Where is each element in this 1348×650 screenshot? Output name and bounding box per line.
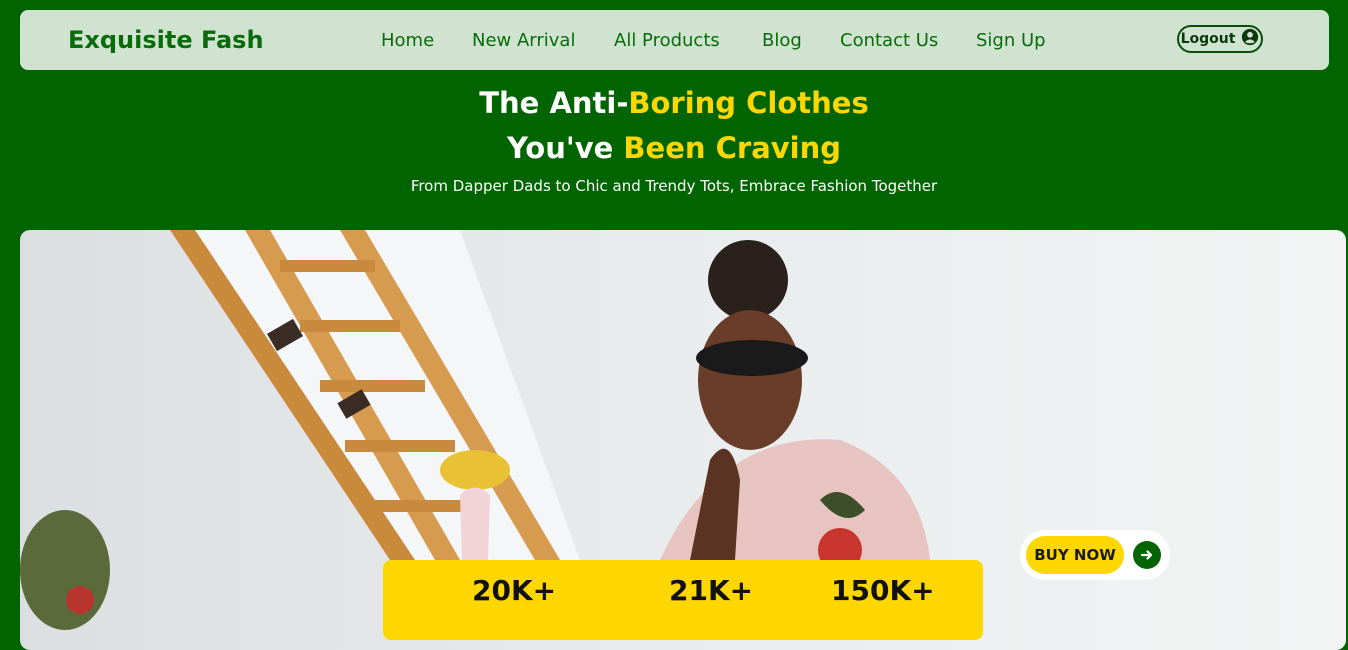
- buy-now-container: BUY NOW: [1020, 530, 1170, 580]
- nav-contact-us[interactable]: Contact Us: [840, 30, 938, 51]
- buy-now-button[interactable]: BUY NOW: [1026, 536, 1124, 574]
- hero-title-part: You've: [506, 131, 624, 165]
- nav-new-arrival[interactable]: New Arrival: [472, 30, 575, 51]
- hero-subtitle: From Dapper Dads to Chic and Trendy Tots…: [410, 177, 938, 195]
- nav-sign-up[interactable]: Sign Up: [976, 30, 1046, 51]
- logout-label: Logout: [1180, 31, 1236, 47]
- stat-value: 150K+: [831, 574, 935, 607]
- logout-button[interactable]: Logout: [1177, 25, 1263, 53]
- hero-title-line-1: The Anti-Boring Clothes: [0, 86, 1348, 120]
- hero-title-highlight: Boring Clothes: [628, 86, 869, 120]
- stat-value: 21K+: [669, 574, 754, 607]
- nav-blog[interactable]: Blog: [762, 30, 802, 51]
- hero-title-highlight: Been Craving: [623, 131, 842, 165]
- hero-title-part: The Anti-: [479, 86, 629, 120]
- stat-value: 20K+: [472, 574, 557, 607]
- nav-home[interactable]: Home: [381, 30, 434, 51]
- navbar: Exquisite Fash Home New Arrival All Prod…: [20, 10, 1329, 70]
- brand-logo[interactable]: Exquisite Fash: [68, 26, 264, 54]
- hero-title-line-2: You've Been Craving: [0, 131, 1348, 165]
- stats-bar: 20K+ 21K+ 150K+: [383, 560, 983, 640]
- nav-all-products[interactable]: All Products: [614, 30, 720, 51]
- arrow-right-icon[interactable]: [1133, 541, 1161, 569]
- user-circle-icon: [1241, 28, 1259, 50]
